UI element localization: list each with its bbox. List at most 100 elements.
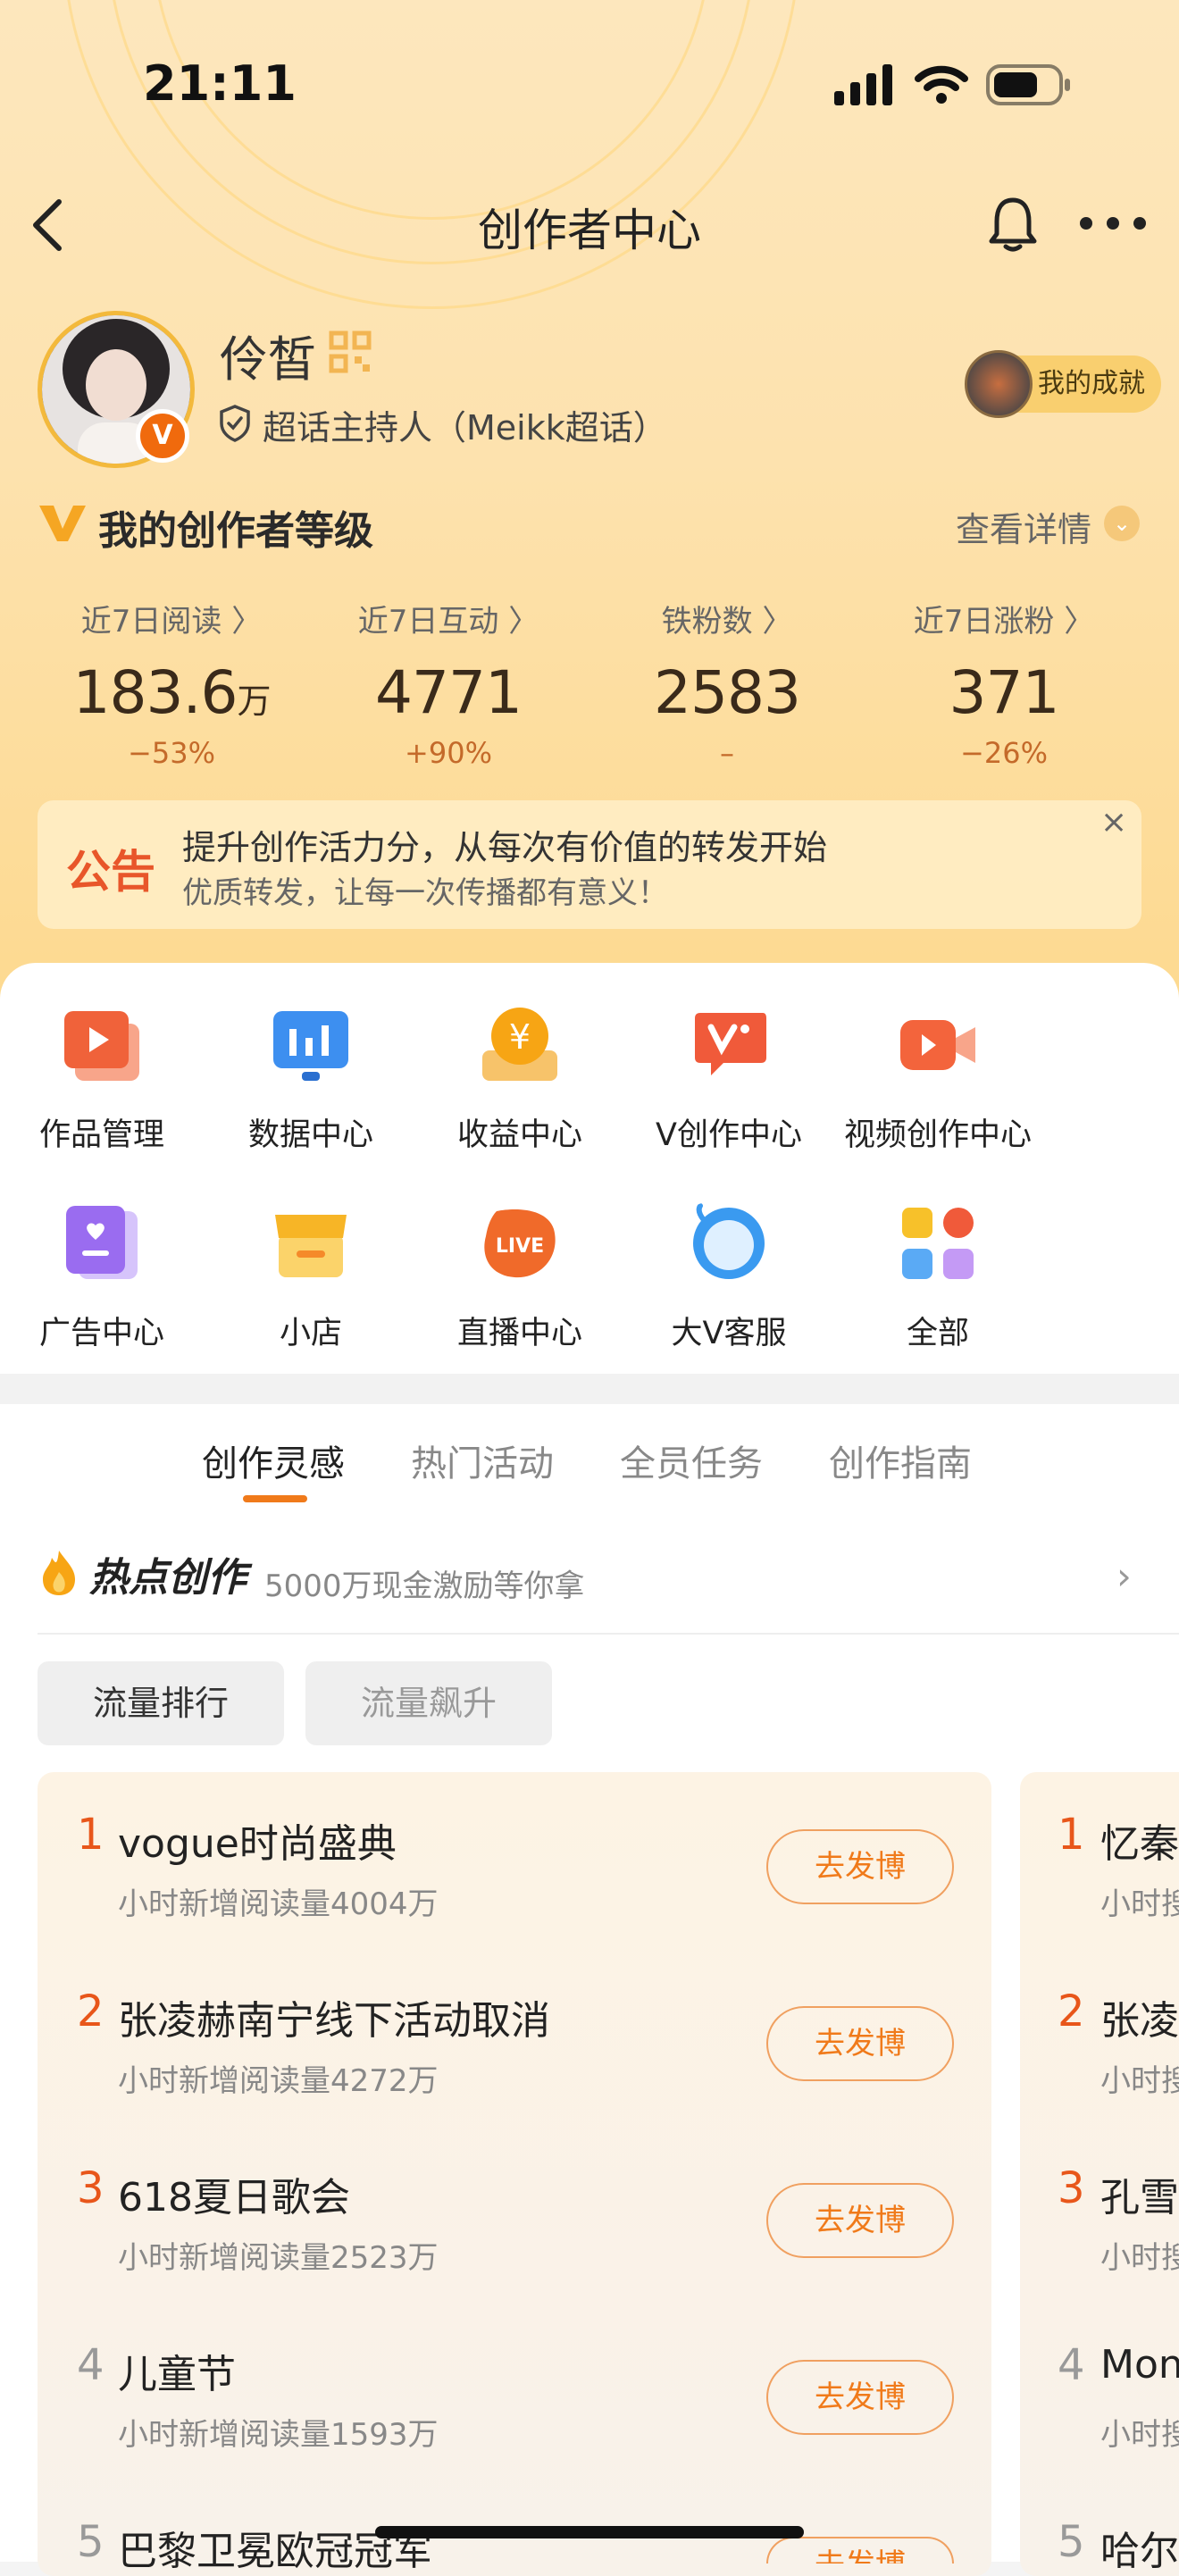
data-icon <box>273 1011 348 1081</box>
stat-change: −53% <box>128 736 215 770</box>
stat-iron-fans[interactable]: 铁粉数 〉 2583 – <box>593 597 861 770</box>
section-separator <box>0 1374 1179 1404</box>
home-indicator <box>375 2526 804 2538</box>
bell-icon[interactable] <box>986 195 1040 254</box>
post-button[interactable]: 去发博 <box>766 2006 954 2081</box>
rank-number: 2 <box>77 1986 105 2037</box>
stat-new-fans[interactable]: 近7日涨粉 〉 371 −26% <box>870 597 1138 770</box>
divider <box>38 1633 1179 1635</box>
qrcode-icon[interactable] <box>329 330 372 373</box>
stat-interactions[interactable]: 近7日互动 〉 4771 +90% <box>314 597 582 770</box>
svg-text:LIVE: LIVE <box>496 1235 544 1258</box>
hot-subtitle: 5000万现金激励等你拿 <box>264 1568 585 1604</box>
tool-label: 小店 <box>279 1316 342 1351</box>
income-icon: ¥ <box>482 1008 557 1081</box>
rank-number: 2 <box>1058 1986 1085 2037</box>
post-button[interactable]: 去发博 <box>766 1829 954 1904</box>
tool-video[interactable]: 视频创作中心 <box>831 1004 1045 1155</box>
svg-text:¥: ¥ <box>509 1017 531 1057</box>
topic-title[interactable]: vogue时尚盛典 <box>118 1811 397 1869</box>
stat-value: 183.6万 <box>72 658 272 727</box>
rank-number: 3 <box>1058 2163 1085 2213</box>
tool-service[interactable]: 大V客服 <box>622 1202 836 1353</box>
v-create-icon <box>695 1013 766 1075</box>
rank-number: 3 <box>77 2163 105 2213</box>
service-icon <box>693 1203 765 1279</box>
fire-icon <box>43 1551 75 1595</box>
tool-ad[interactable]: 广告中心 <box>0 1202 209 1353</box>
rank-number: 5 <box>77 2517 105 2567</box>
achievement-icon <box>965 350 1033 418</box>
decor-arc <box>63 0 800 309</box>
more-icon[interactable] <box>1077 213 1149 234</box>
status-time: 21:11 <box>143 55 297 112</box>
topic-title[interactable]: 孔雪 <box>1100 2165 1179 2222</box>
wifi-icon <box>915 65 968 104</box>
topic-title[interactable]: Mon <box>1100 2342 1179 2388</box>
tool-shop[interactable]: 小店 <box>204 1202 418 1353</box>
shop-icon <box>275 1215 347 1277</box>
topic-sub: 小时新增阅读量2523万 <box>118 2240 439 2276</box>
tab-inspiration[interactable]: 创作灵感 <box>202 1434 345 1486</box>
topic-sub: 小时新增阅读量4272万 <box>118 2063 439 2099</box>
chip-traffic-rank[interactable]: 流量排行 <box>38 1661 284 1745</box>
signal-icon <box>834 64 892 105</box>
topic-title[interactable]: 张凌 <box>1100 1988 1179 2045</box>
tab-guide[interactable]: 创作指南 <box>829 1434 972 1486</box>
stat-label: 近7日涨粉 〉 <box>913 604 1095 640</box>
post-button[interactable]: 去发博 <box>766 2360 954 2435</box>
tool-label: 作品管理 <box>38 1117 164 1153</box>
v-level-icon <box>39 506 86 541</box>
tab-all-tasks[interactable]: 全员任务 <box>620 1434 763 1486</box>
tool-label: 视频创作中心 <box>843 1117 1032 1153</box>
notice-tag: 公告 <box>66 846 155 898</box>
tab-hot-activities[interactable]: 热门活动 <box>411 1434 554 1486</box>
tool-all[interactable]: 全部 <box>831 1202 1045 1353</box>
stat-label: 近7日互动 〉 <box>357 604 539 640</box>
topic-title[interactable]: 哈尔 <box>1100 2519 1179 2576</box>
level-title: 我的创作者等级 <box>98 508 373 554</box>
topic-title[interactable]: 忆秦 <box>1100 1811 1179 1869</box>
host-label: 超话主持人（Meikk超话） <box>263 408 667 447</box>
topic-title[interactable]: 儿童节 <box>118 2342 236 2399</box>
chevron-down-icon[interactable]: ⌄ <box>1104 506 1140 541</box>
stat-change: −26% <box>960 736 1048 770</box>
topic-sub: 小时新增阅读量4004万 <box>118 1886 439 1922</box>
stat-value: 371 <box>949 658 1060 727</box>
tool-data[interactable]: 数据中心 <box>204 1004 418 1155</box>
rank-number: 5 <box>1058 2517 1085 2567</box>
stat-change: – <box>720 736 734 770</box>
topic-title[interactable]: 618夏日歌会 <box>118 2165 350 2222</box>
tool-v-create[interactable]: V创作中心 <box>622 1004 836 1155</box>
tool-label: 数据中心 <box>247 1117 373 1153</box>
live-icon: LIVE <box>484 1209 556 1278</box>
tool-label: 广告中心 <box>38 1316 164 1351</box>
all-icon <box>902 1208 974 1279</box>
ad-icon <box>66 1206 138 1279</box>
topic-title[interactable]: 张凌赫南宁线下活动取消 <box>118 1988 550 2045</box>
tool-label: 全部 <box>906 1316 969 1351</box>
stat-reads[interactable]: 近7日阅读 〉 183.6万 −53% <box>38 597 305 770</box>
topic-sub: 小时搜 <box>1100 2240 1179 2276</box>
post-button[interactable]: 去发博 <box>766 2183 954 2258</box>
tool-label: 直播中心 <box>456 1316 582 1351</box>
rank-number: 4 <box>77 2340 105 2390</box>
topic-sub: 小时新增阅读量1593万 <box>118 2417 439 2453</box>
chip-traffic-rising[interactable]: 流量飙升 <box>305 1661 552 1745</box>
tool-live[interactable]: LIVE 直播中心 <box>413 1202 627 1353</box>
close-icon[interactable]: × <box>1100 804 1127 841</box>
level-details-link[interactable]: 查看详情 <box>956 502 1091 551</box>
tool-income[interactable]: ¥ 收益中心 <box>413 1004 627 1155</box>
battery-icon <box>986 64 1070 105</box>
shield-icon <box>220 405 250 442</box>
topic-sub: 小时搜 <box>1100 2063 1179 2099</box>
video-icon <box>900 1020 975 1070</box>
notice-line2: 优质转发，让每一次传播都有意义！ <box>182 875 668 911</box>
post-button[interactable]: 去发博 <box>766 2537 954 2563</box>
hot-title: 热点创作 <box>89 1555 247 1601</box>
profile-name: 伶皙 <box>220 331 316 388</box>
stat-change: +90% <box>405 736 492 770</box>
chevron-right-icon[interactable]: › <box>1116 1554 1132 1598</box>
rank-number: 1 <box>1058 1810 1085 1860</box>
tool-works[interactable]: 作品管理 <box>0 1004 209 1155</box>
